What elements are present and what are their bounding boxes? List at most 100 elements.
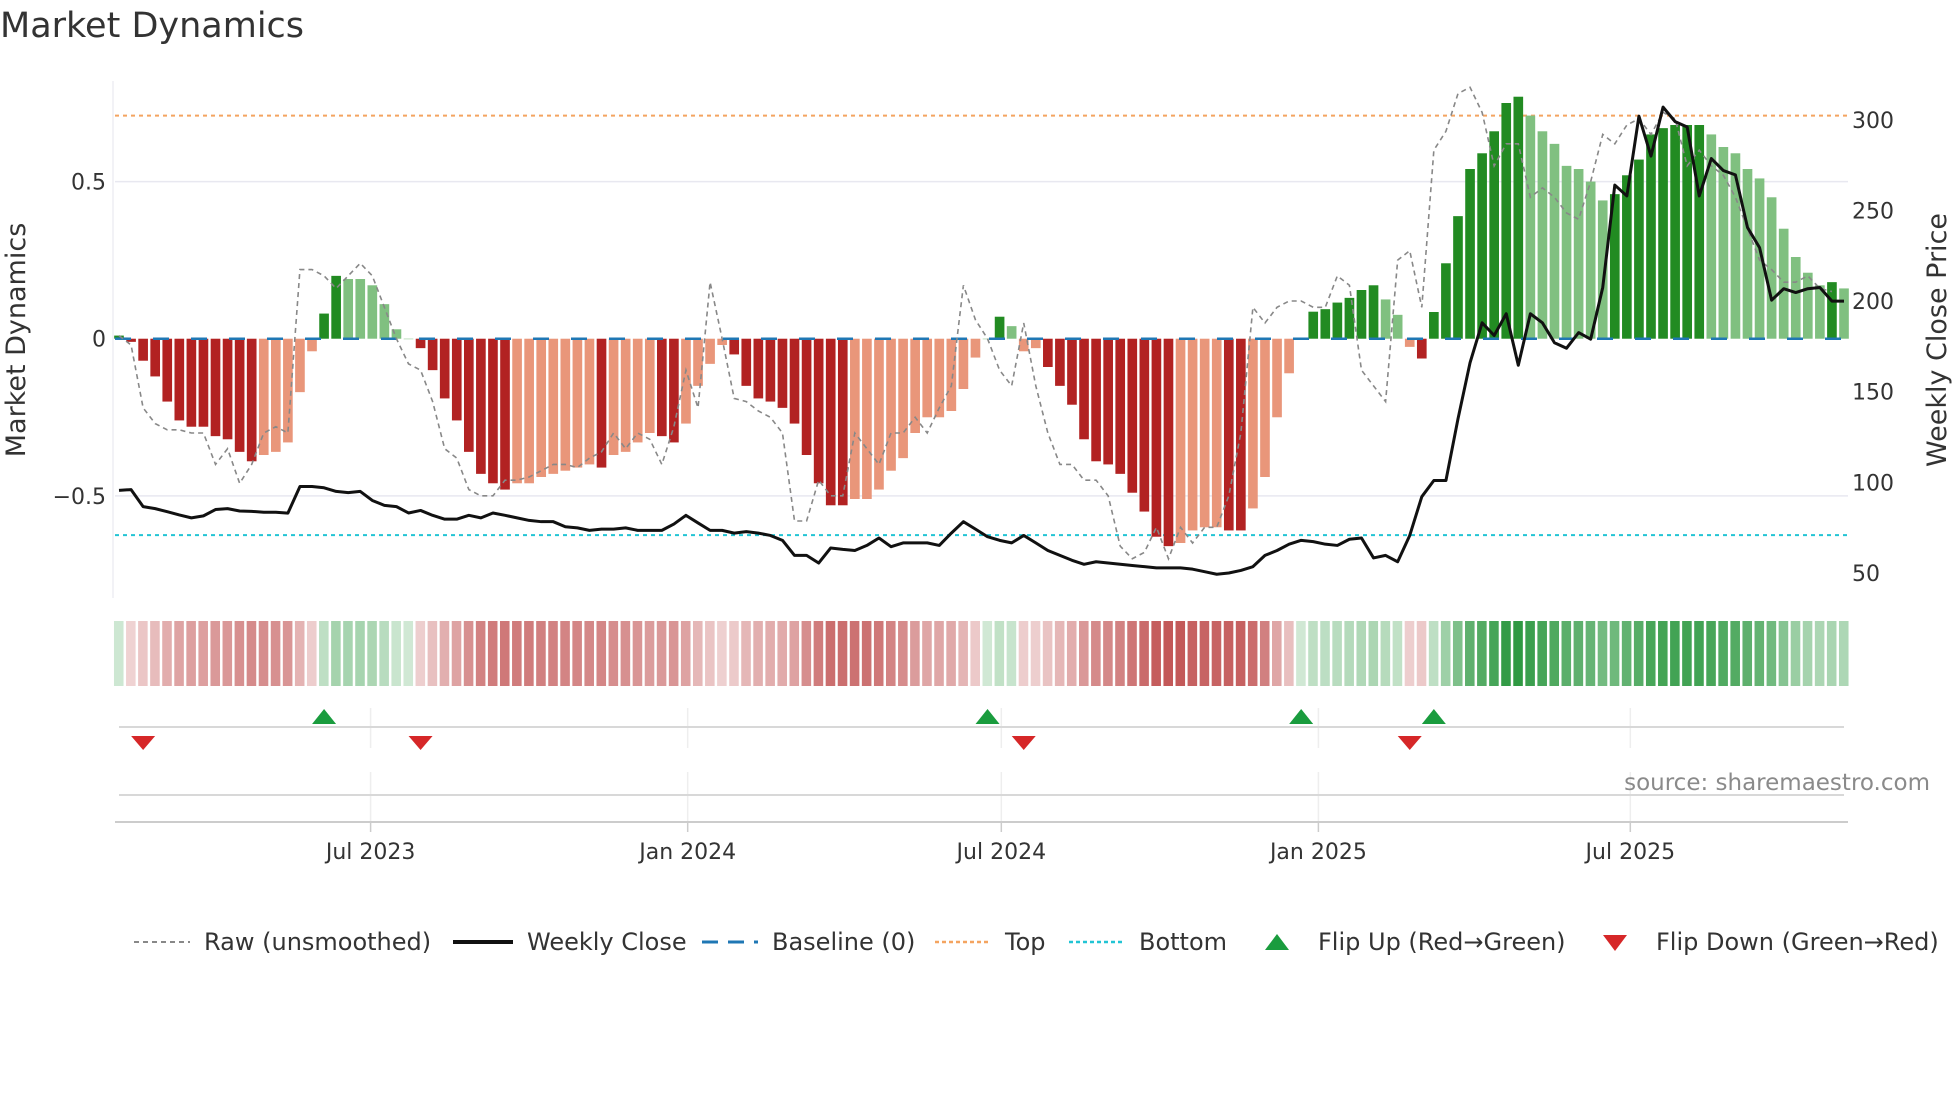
dynamics-bar (1187, 338, 1198, 531)
heat-strip-cell (1440, 621, 1451, 686)
heat-strip-cell (1489, 621, 1499, 686)
flip-up-triangle-icon (1265, 934, 1289, 950)
heat-strip-cell (946, 621, 956, 686)
legend-raw-label: Raw (unsmoothed) (204, 928, 432, 956)
dynamics-bar (138, 338, 148, 361)
dynamics-bar (958, 338, 969, 389)
heat-strip-cell (1320, 621, 1330, 686)
heat-strip-cell (1609, 621, 1620, 686)
heat-strip-cell (1730, 621, 1740, 686)
heat-strip-cell (415, 621, 426, 686)
heat-strip-cell (680, 621, 691, 686)
heat-strip-cell (1308, 621, 1318, 686)
heat-strip-cell (1682, 621, 1692, 686)
dynamics-bar (210, 338, 221, 437)
dynamics-bar (572, 338, 583, 468)
dynamics-bar (596, 338, 607, 468)
dynamics-bar (451, 338, 462, 421)
heat-strip-cell (524, 621, 534, 686)
heat-strip-cell (427, 621, 438, 686)
heat-strip-cell (1658, 621, 1668, 686)
legend-flip-down-label: Flip Down (Green→Red) (1656, 928, 1939, 956)
heat-strip-cell (958, 621, 968, 686)
dynamics-bar (1079, 338, 1089, 440)
heat-strip-cell (656, 621, 667, 686)
heat-strip-cell (475, 621, 486, 686)
heat-strip-cell (1573, 621, 1584, 686)
dynamics-bar (355, 279, 366, 339)
dynamics-bar (1429, 312, 1439, 339)
dynamics-bar (439, 338, 450, 399)
heat-strip-cell (1115, 621, 1125, 686)
heat-strip-cell (126, 621, 136, 686)
legend-bottom: Bottom (1069, 924, 1227, 960)
dynamics-bar (729, 338, 740, 355)
heat-strip-cell (1561, 621, 1572, 686)
heat-strip-cell (705, 621, 715, 686)
dynamics-bar (1513, 96, 1524, 339)
heat-strip-cell (1645, 621, 1656, 686)
y-axis-title: Market Dynamics (1, 223, 32, 458)
dynamics-bar (258, 338, 269, 455)
legend-close-label: Weekly Close (527, 928, 687, 956)
heat-strip-cell (1079, 621, 1089, 686)
dynamics-bar (548, 338, 559, 474)
legend-close: Weekly Close (453, 924, 687, 960)
dynamics-bar (1030, 338, 1041, 349)
y-tick-label: −0.5 (53, 485, 106, 510)
dynamics-bar (524, 338, 534, 484)
dynamics-bar (488, 338, 498, 484)
dynamics-bar (946, 338, 957, 411)
heat-strip-cell (1163, 621, 1174, 686)
legend-close-swatch (453, 940, 513, 944)
heat-strip-cell (644, 621, 655, 686)
heat-strip-cell (801, 621, 812, 686)
dynamics-bar (1670, 125, 1680, 339)
heat-strip-cell (1018, 621, 1029, 686)
heat-strip-cell (753, 621, 763, 686)
dynamics-bar (1453, 216, 1463, 339)
dynamics-bar (1248, 338, 1258, 509)
heat-strip-cell (1127, 621, 1137, 686)
dynamics-bar (1380, 299, 1391, 339)
dynamics-bar (1223, 338, 1234, 531)
heat-strip-cell (994, 621, 1005, 686)
heat-strip-cell (548, 621, 558, 686)
heat-strip-cell (1814, 621, 1825, 686)
heat-strip-cell (765, 621, 775, 686)
heat-strip-cell (1356, 621, 1367, 686)
heat-strip-cell (825, 621, 836, 686)
x-tick-label: Jul 2023 (324, 840, 416, 865)
heat-strip-cell (1513, 621, 1523, 686)
dynamics-bar (512, 338, 522, 484)
dynamics-bar (632, 338, 643, 443)
dynamics-bar (1091, 338, 1101, 462)
flip-up-marker (1421, 709, 1446, 724)
heat-strip-cell (331, 621, 341, 686)
heat-strip-cell (162, 621, 172, 686)
dynamics-bar (246, 338, 257, 462)
dynamics-bar (186, 338, 197, 427)
heat-strip-cell (970, 621, 980, 686)
heat-strip-cell (632, 621, 643, 686)
heat-strip-cell (1368, 621, 1379, 686)
heat-strip-cell (1465, 621, 1475, 686)
heat-strip-cell (403, 621, 414, 686)
heat-strip-cell (1416, 621, 1427, 686)
heat-strip-cell (1742, 621, 1753, 686)
dynamics-bar (1163, 338, 1174, 547)
heat-strip-cell (837, 621, 848, 686)
dynamics-bar (705, 338, 715, 364)
dynamics-bar (1392, 314, 1403, 339)
heat-strip-cell (692, 621, 703, 686)
dynamics-bar (150, 338, 161, 377)
legend-top-swatch (935, 940, 991, 944)
heat-strip-cell (1790, 621, 1801, 686)
heat-strip-cell (1296, 621, 1306, 686)
heat-strip-cell (1404, 621, 1415, 686)
heat-strip-cell (210, 621, 221, 686)
dynamics-bar (862, 338, 872, 499)
dynamics-bar (307, 338, 317, 352)
dynamics-bar (922, 338, 933, 418)
source-credit: source: sharemaestro.com (1624, 770, 1930, 796)
